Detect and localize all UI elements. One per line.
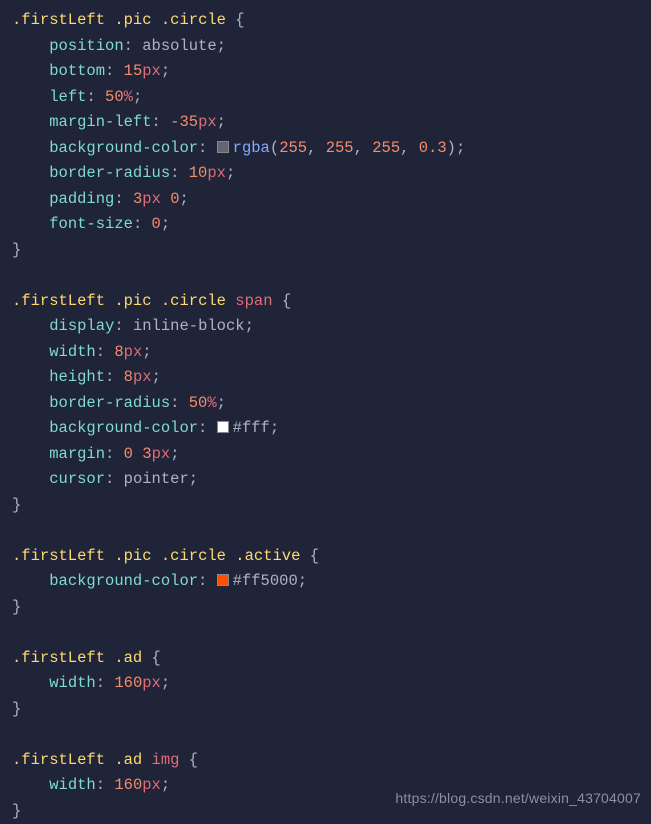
color-swatch xyxy=(217,141,229,153)
css-declaration: left: 50%; xyxy=(12,85,651,111)
css-selector-line: .firstLeft .pic .circle span { xyxy=(12,289,651,315)
css-code-block: .firstLeft .pic .circle { position: abso… xyxy=(12,8,651,824)
css-declaration: display: inline-block; xyxy=(12,314,651,340)
css-declaration: bottom: 15px; xyxy=(12,59,651,85)
watermark-text: https://blog.csdn.net/weixin_43704007 xyxy=(395,786,641,812)
css-declaration: font-size: 0; xyxy=(12,212,651,238)
blank-line xyxy=(12,620,651,646)
css-block-close: } xyxy=(12,697,651,723)
css-selector-line: .firstLeft .ad img { xyxy=(12,748,651,774)
css-declaration: cursor: pointer; xyxy=(12,467,651,493)
css-declaration: margin: 0 3px; xyxy=(12,442,651,468)
css-block-close: } xyxy=(12,238,651,264)
css-declaration: border-radius: 50%; xyxy=(12,391,651,417)
css-declaration: padding: 3px 0; xyxy=(12,187,651,213)
css-declaration: width: 160px; xyxy=(12,671,651,697)
blank-line xyxy=(12,722,651,748)
css-declaration: margin-left: -35px; xyxy=(12,110,651,136)
css-block-close: } xyxy=(12,595,651,621)
css-declaration: position: absolute; xyxy=(12,34,651,60)
css-selector-line: .firstLeft .ad { xyxy=(12,646,651,672)
css-declaration: background-color: #ff5000; xyxy=(12,569,651,595)
color-swatch xyxy=(217,574,229,586)
blank-line xyxy=(12,263,651,289)
blank-line xyxy=(12,518,651,544)
css-declaration: height: 8px; xyxy=(12,365,651,391)
css-declaration: background-color: #fff; xyxy=(12,416,651,442)
color-swatch xyxy=(217,421,229,433)
css-declaration: border-radius: 10px; xyxy=(12,161,651,187)
css-selector-line: .firstLeft .pic .circle { xyxy=(12,8,651,34)
css-block-close: } xyxy=(12,493,651,519)
css-selector-line: .firstLeft .pic .circle .active { xyxy=(12,544,651,570)
css-declaration: width: 8px; xyxy=(12,340,651,366)
css-declaration: background-color: rgba(255, 255, 255, 0.… xyxy=(12,136,651,162)
